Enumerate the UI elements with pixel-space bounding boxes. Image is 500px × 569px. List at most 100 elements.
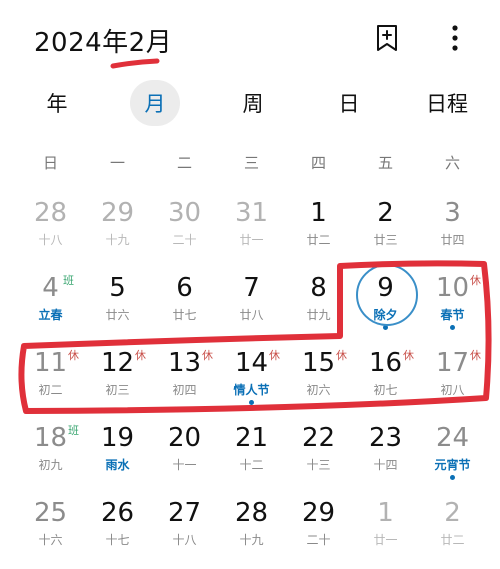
day-number: 30	[167, 198, 202, 228]
lunar-date: 十四	[373, 458, 398, 472]
day-number: 31	[234, 198, 269, 228]
festival-label: 情人节	[233, 383, 270, 397]
day-cell[interactable]: 5 廿六	[84, 270, 151, 342]
day-number: 20	[167, 423, 202, 453]
holiday-badge: 休	[269, 349, 280, 362]
day-cell[interactable]: 15 初六休	[285, 345, 352, 417]
lunar-date: 十二	[239, 458, 264, 472]
event-dot	[450, 325, 455, 330]
day-number: 2	[377, 198, 394, 228]
day-cell[interactable]: 14 情人节休	[218, 345, 285, 417]
day-cell[interactable]: 26 十七	[84, 495, 151, 567]
lunar-date: 廿四	[440, 233, 465, 247]
day-cell[interactable]: 24 元宵节	[419, 420, 486, 492]
day-cell[interactable]: 2 廿三	[352, 195, 419, 267]
weekday-wed: 三	[243, 154, 259, 172]
day-cell[interactable]: 2 廿二	[419, 495, 486, 567]
day-cell[interactable]: 6 廿七	[151, 270, 218, 342]
day-cell[interactable]: 18 初九班	[17, 420, 84, 492]
weekday-mon: 一	[109, 154, 125, 172]
day-number: 26	[100, 498, 135, 528]
workday-badge: 班	[68, 424, 79, 437]
day-cell[interactable]: 20 十一	[151, 420, 218, 492]
month-grid: 28 十八 29 十九 30 二十 31 廿一 1 廿二 2 廿三 3 廿四 4 立春班 5 廿六 6 廿七 7 廿八 8 廿…	[0, 195, 500, 565]
lunar-date: 初六	[306, 383, 331, 397]
lunar-date: 初二	[38, 383, 63, 397]
weekday-thu: 四	[310, 154, 326, 172]
day-cell[interactable]: 27 十八	[151, 495, 218, 567]
day-number: 8	[310, 273, 327, 303]
day-cell[interactable]: 30 二十	[151, 195, 218, 267]
lunar-date: 初七	[373, 383, 398, 397]
lunar-date: 廿一	[373, 533, 398, 547]
day-number: 25	[33, 498, 68, 528]
day-cell[interactable]: 4 立春班	[17, 270, 84, 342]
day-cell[interactable]: 1 廿一	[352, 495, 419, 567]
day-number: 23	[368, 423, 403, 453]
day-number: 27	[167, 498, 202, 528]
lunar-date: 初八	[440, 383, 465, 397]
day-cell[interactable]: 17 初八休	[419, 345, 486, 417]
day-cell[interactable]: 19 雨水	[84, 420, 151, 492]
tab-agenda[interactable]: 日程	[418, 80, 476, 126]
day-cell[interactable]: 21 十二	[218, 420, 285, 492]
day-cell[interactable]: 23 十四	[352, 420, 419, 492]
lunar-date: 初九	[38, 458, 63, 472]
day-number: 19	[100, 423, 135, 453]
lunar-date: 廿九	[306, 308, 331, 322]
weekday-sat: 六	[444, 154, 460, 172]
add-event-icon[interactable]	[370, 20, 404, 56]
day-cell[interactable]: 8 廿九	[285, 270, 352, 342]
day-cell[interactable]: 25 十六	[17, 495, 84, 567]
lunar-date: 初四	[172, 383, 197, 397]
day-cell[interactable]: 10 春节休	[419, 270, 486, 342]
tab-month[interactable]: 月	[130, 80, 180, 126]
day-number: 24	[435, 423, 470, 453]
app-header: 2024年2月	[0, 0, 500, 78]
tab-week[interactable]: 周	[230, 80, 276, 126]
festival-label: 立春	[38, 308, 63, 322]
day-number: 28	[33, 198, 68, 228]
day-cell[interactable]: 13 初四休	[151, 345, 218, 417]
weekday-fri: 五	[377, 154, 393, 172]
day-cell[interactable]: 3 廿四	[419, 195, 486, 267]
holiday-badge: 休	[68, 349, 79, 362]
tab-day[interactable]: 日	[326, 80, 372, 126]
lunar-date: 廿三	[373, 233, 398, 247]
day-number: 1	[377, 498, 394, 528]
tab-year[interactable]: 年	[34, 80, 80, 126]
day-cell[interactable]: 29 二十	[285, 495, 352, 567]
festival-label: 雨水	[105, 458, 130, 472]
holiday-badge: 休	[135, 349, 146, 362]
lunar-date: 二十	[172, 233, 197, 247]
more-options-icon[interactable]	[438, 20, 472, 56]
lunar-date: 十一	[172, 458, 197, 472]
day-cell[interactable]: 29 十九	[84, 195, 151, 267]
festival-label: 春节	[440, 308, 465, 322]
day-cell[interactable]: 16 初七休	[352, 345, 419, 417]
lunar-date: 廿二	[440, 533, 465, 547]
day-cell[interactable]: 7 廿八	[218, 270, 285, 342]
day-number: 5	[109, 273, 126, 303]
day-cell[interactable]: 22 十三	[285, 420, 352, 492]
holiday-badge: 休	[336, 349, 347, 362]
lunar-date: 二十	[306, 533, 331, 547]
lunar-date: 廿二	[306, 233, 331, 247]
day-cell[interactable]: 28 十九	[218, 495, 285, 567]
day-number: 29	[100, 198, 135, 228]
title-underline-annotation	[110, 58, 160, 69]
holiday-badge: 休	[202, 349, 213, 362]
weekday-sun: 日	[42, 154, 58, 172]
event-dot	[249, 400, 254, 405]
lunar-date: 十八	[172, 533, 197, 547]
day-cell[interactable]: 11 初二休	[17, 345, 84, 417]
day-cell[interactable]: 12 初三休	[84, 345, 151, 417]
day-number: 22	[301, 423, 336, 453]
lunar-date: 廿六	[105, 308, 130, 322]
day-number: 21	[234, 423, 269, 453]
month-title[interactable]: 2024年2月	[34, 22, 172, 59]
day-cell[interactable]: 31 廿一	[218, 195, 285, 267]
day-cell[interactable]: 28 十八	[17, 195, 84, 267]
day-number: 28	[234, 498, 269, 528]
day-cell[interactable]: 1 廿二	[285, 195, 352, 267]
